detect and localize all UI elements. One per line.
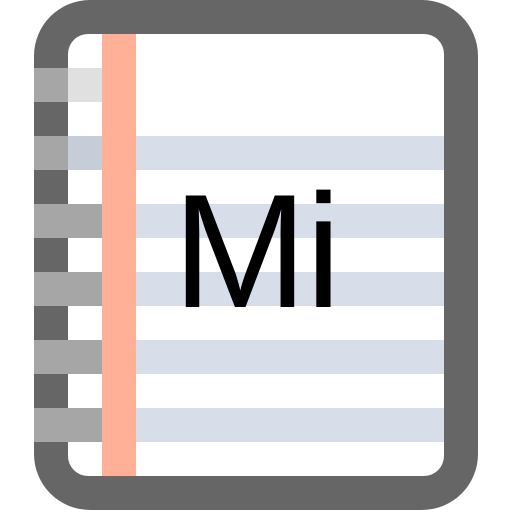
spiral-ring (34, 272, 68, 306)
spiral-ring (68, 136, 102, 170)
notebook-app-icon: Mi (0, 0, 512, 512)
spiral-ring (34, 408, 68, 442)
margin-line (102, 34, 136, 476)
spiral-ring (34, 136, 68, 170)
spiral-ring (68, 340, 102, 374)
spiral-ring (68, 408, 102, 442)
spiral-ring (34, 68, 68, 102)
ruled-line (136, 340, 444, 374)
spiral-ring (34, 340, 68, 374)
spiral-ring (68, 68, 102, 102)
spiral-ring (68, 204, 102, 238)
ruled-line (136, 408, 444, 442)
spiral-ring (34, 204, 68, 238)
spiral-ring (68, 272, 102, 306)
icon-label: Mi (172, 161, 342, 342)
